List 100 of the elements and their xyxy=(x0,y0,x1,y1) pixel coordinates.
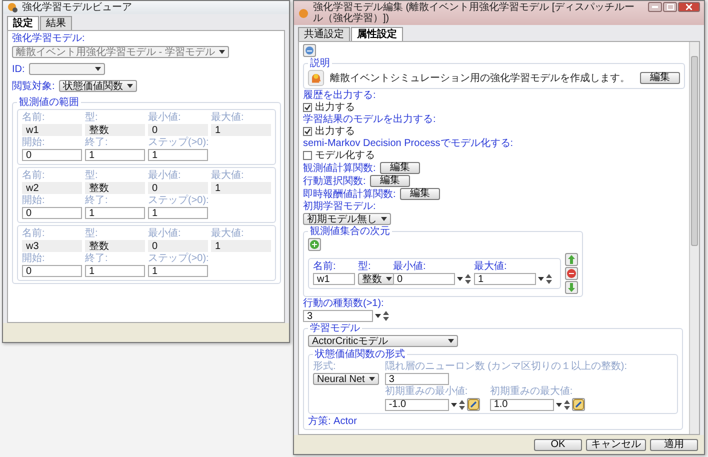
spin-arrows-icon[interactable] xyxy=(383,310,389,322)
group-title: 状態価値関数の形式 xyxy=(314,349,406,360)
dropdown-caret-icon xyxy=(218,50,225,54)
max-field[interactable]: 1 xyxy=(211,240,271,252)
name-field[interactable]: w2 xyxy=(22,182,82,194)
field-label: 形式: xyxy=(313,361,337,372)
number-field[interactable]: 3 xyxy=(303,310,373,322)
step-field[interactable]: 1 xyxy=(148,265,208,277)
type-field[interactable]: 整数 xyxy=(85,240,145,252)
max-field[interactable]: 1 xyxy=(211,124,271,136)
learning-model-dropdown[interactable]: ActorCriticモデル xyxy=(308,335,458,347)
option-label: 学習結果のモデルを出力する: xyxy=(303,114,437,125)
delete-button[interactable] xyxy=(565,267,578,280)
dropdown-caret-icon xyxy=(457,277,463,281)
min-field[interactable]: 0 xyxy=(148,182,208,194)
checkbox-label: 出力する xyxy=(315,102,355,113)
name-field[interactable]: w1 xyxy=(22,124,82,136)
brain-head-icon xyxy=(308,70,324,86)
scrollbar-thumb[interactable] xyxy=(691,56,698,246)
start-field[interactable]: 0 xyxy=(22,265,82,277)
number-field[interactable]: -1.0 xyxy=(384,398,449,410)
dropdown-caret-icon xyxy=(386,277,392,281)
min-field[interactable]: 0 xyxy=(148,240,208,252)
field-label: 型: xyxy=(85,112,99,123)
spin-arrows-icon[interactable] xyxy=(465,273,471,285)
max-field[interactable]: 1 xyxy=(211,182,271,194)
id-dropdown[interactable] xyxy=(28,63,105,75)
group-title: 観測値の範囲 xyxy=(18,97,80,108)
add-button[interactable] xyxy=(308,238,321,251)
dropdown-caret-icon xyxy=(381,217,387,221)
field-label: 開始: xyxy=(22,253,46,264)
function-label: 即時報酬値計算関数: xyxy=(303,188,396,200)
field-label: 最小値: xyxy=(148,170,182,181)
pencil-icon xyxy=(572,399,584,410)
hidden-layer-field[interactable]: 3 xyxy=(384,373,449,385)
checkbox[interactable]: 出力する xyxy=(303,102,685,113)
dropdown-caret-icon xyxy=(538,277,544,281)
move-up-button[interactable] xyxy=(565,253,578,266)
spin-arrows-icon[interactable] xyxy=(564,398,570,410)
plus-icon xyxy=(310,240,319,249)
close-button[interactable] xyxy=(678,2,700,12)
start-field[interactable]: 0 xyxy=(22,207,82,219)
option-label: 履歴を出力する: xyxy=(303,90,377,101)
check-icon xyxy=(304,128,311,135)
checkbox-box[interactable] xyxy=(303,103,312,112)
edit-button[interactable]: 編集 xyxy=(400,188,440,200)
min-field[interactable]: 0 xyxy=(148,124,208,136)
dialog-button[interactable]: 適用 xyxy=(650,438,698,450)
toolbar-button[interactable] xyxy=(303,44,316,57)
type-field[interactable]: 整数 xyxy=(85,124,145,136)
checkbox[interactable]: モデル化する xyxy=(303,150,685,161)
name-field[interactable]: w3 xyxy=(22,240,82,252)
edit-button[interactable]: 編集 xyxy=(380,162,420,174)
dropdown-caret-icon xyxy=(368,377,375,381)
spin-arrows-icon[interactable] xyxy=(458,398,465,410)
checkbox[interactable]: 出力する xyxy=(303,126,685,137)
step-field[interactable]: 1 xyxy=(148,207,208,219)
type-dropdown[interactable]: 整数 xyxy=(358,273,396,285)
target-dropdown[interactable]: 状態価値関数 xyxy=(58,80,137,92)
checkbox-box[interactable] xyxy=(303,151,312,160)
end-field[interactable]: 1 xyxy=(85,265,145,277)
scrollbar[interactable] xyxy=(689,42,699,434)
minimize-button[interactable] xyxy=(648,2,662,12)
edit-button[interactable]: 編集 xyxy=(640,72,680,84)
form-dropdown[interactable]: Neural Net xyxy=(313,373,379,385)
dropdown-caret-icon xyxy=(375,314,381,318)
field-label: ID: xyxy=(12,64,25,74)
name-field[interactable]: w1 xyxy=(313,273,355,285)
number-field[interactable]: 0 xyxy=(393,273,455,285)
end-field[interactable]: 1 xyxy=(85,149,145,161)
dialog-button[interactable]: キャンセル xyxy=(586,438,646,450)
window-title: 強化学習モデル編集 (離散イベント用強化学習モデル [ディスパッチルール（強化学習）]) xyxy=(313,2,636,24)
tab[interactable]: 結果 xyxy=(40,16,72,30)
tab[interactable]: 共通設定 xyxy=(298,27,350,41)
end-field[interactable]: 1 xyxy=(85,207,145,219)
number-field[interactable]: 1 xyxy=(474,273,536,285)
checkbox-label: モデル化する xyxy=(315,150,375,161)
close-icon xyxy=(686,4,692,10)
edit-button[interactable] xyxy=(572,398,585,411)
check-icon xyxy=(304,104,311,111)
tab[interactable]: 属性設定 xyxy=(351,27,403,41)
group-title: 観測値集合の次元 xyxy=(309,226,391,237)
field-label: 名前: xyxy=(22,228,46,239)
field-label: 開始: xyxy=(22,137,46,148)
tab[interactable]: 設定 xyxy=(7,16,39,30)
spin-arrows-icon[interactable] xyxy=(546,273,552,285)
number-field[interactable]: 1.0 xyxy=(490,398,554,410)
dropdown-caret-icon xyxy=(94,67,101,71)
field-label: 最小値: xyxy=(393,261,427,272)
edit-button[interactable]: 編集 xyxy=(370,175,410,187)
field-label: 最大値: xyxy=(211,112,245,123)
edit-button[interactable] xyxy=(466,398,480,411)
initial-model-dropdown[interactable]: 初期モデル無し xyxy=(303,213,391,225)
maximize-button[interactable] xyxy=(663,2,677,12)
checkbox-box[interactable] xyxy=(303,127,312,136)
step-field[interactable]: 1 xyxy=(148,149,208,161)
start-field[interactable]: 0 xyxy=(22,149,82,161)
type-field[interactable]: 整数 xyxy=(85,182,145,194)
move-down-button[interactable] xyxy=(565,281,578,294)
dialog-button[interactable]: OK xyxy=(534,438,582,450)
